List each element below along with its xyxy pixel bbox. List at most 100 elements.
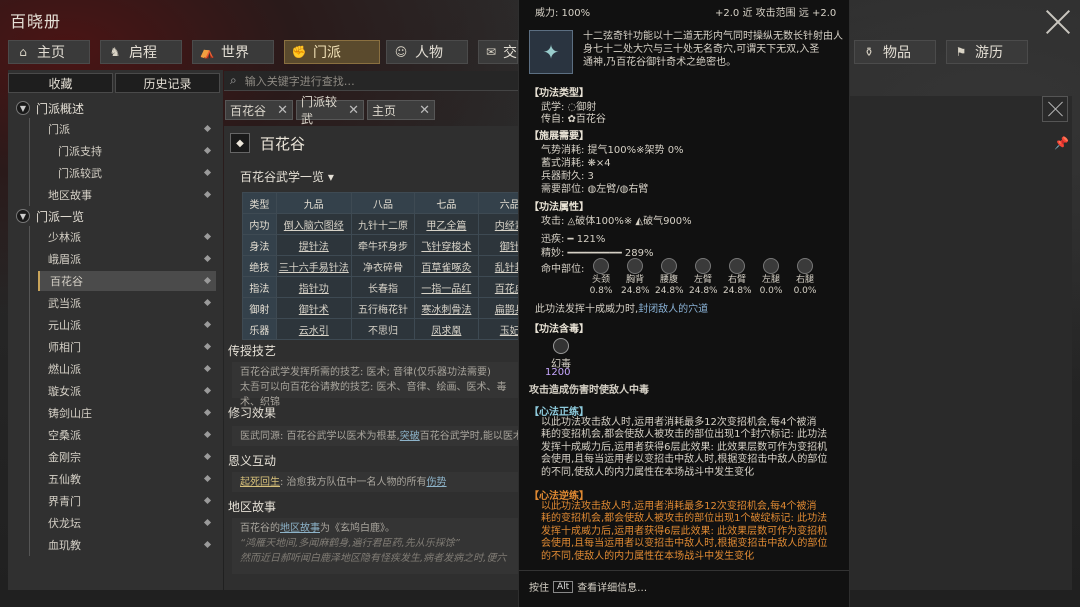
right-panel: 📌 [850, 96, 1072, 590]
sidebar-item-shixiang[interactable]: 师相门 [38, 337, 216, 357]
tree-group-sects[interactable]: ▼ 门派一览 [16, 206, 84, 226]
content-tab-baihuagu[interactable]: 百花谷 ✕ [225, 100, 293, 120]
body-part-icon [729, 258, 745, 274]
horse-icon: ♞ [109, 45, 121, 59]
body-part-icon [695, 258, 711, 274]
person-icon: ☺ [394, 45, 408, 59]
tab-items[interactable]: ⚱ 物品 [854, 40, 936, 64]
diamond-icon [203, 276, 212, 285]
diamond-icon [203, 408, 212, 417]
tooltip-footer: 按住 Alt 查看详细信息… [529, 580, 648, 594]
attack-range: +2.0 近 攻击范围 远 +2.0 [715, 8, 837, 19]
tab-travel[interactable]: ⚑ 游历 [946, 40, 1028, 64]
diamond-icon [203, 474, 212, 483]
page-title: ◆ 百花谷 [230, 130, 305, 156]
close-panel-icon[interactable] [1042, 96, 1068, 122]
section-header: 【心法正练】 [529, 407, 589, 418]
divider [519, 570, 849, 571]
sidebar-item-jieqing[interactable]: 界青门 [38, 491, 216, 511]
sidebar-item[interactable]: 门派较武 [38, 163, 216, 183]
content-tab-sect-duel[interactable]: 门派较武 ✕ [296, 95, 364, 126]
diamond-icon [203, 124, 212, 133]
close-tab-icon[interactable]: ✕ [348, 103, 359, 118]
power-label: 威力: 100% [535, 8, 591, 19]
chevron-down-icon: ▾ [327, 170, 334, 184]
precision-stat: 精妙: ━━━━━━━━━ 289% [541, 248, 654, 259]
tab-start[interactable]: ♞ 启程 [100, 40, 182, 64]
sidebar: 收藏 历史记录 ▼ 门派概述 门派 门派支持 门派较武 地区故事 ▼ 门派一览 少林… [8, 70, 223, 590]
hit-part: 左臂 24.8% [689, 258, 718, 297]
section-header: 【功法含毒】 [529, 324, 589, 335]
sidebar-item-wuxian[interactable]: 五仙教 [38, 469, 216, 489]
close-icon[interactable] [1044, 8, 1072, 36]
favorites-button[interactable]: 收藏 [8, 73, 113, 93]
search-bar[interactable]: ⌕ 输入关键字进行查找… [224, 71, 520, 91]
content-tab-home[interactable]: 主页 ✕ [367, 100, 435, 120]
main-content: ◆ 百花谷 百花谷武学一览 ▾ 类型 九品 八品 七品 六品 内功 倒入脑穴图经 九针十二原甲… [224, 126, 520, 590]
pin-icon[interactable]: 📌 [1054, 136, 1069, 150]
speed-stat: 迅疾: ━ 121% [541, 234, 606, 245]
tab-people[interactable]: ☺ 人物 [386, 40, 468, 64]
sidebar-item[interactable]: 门派 [38, 119, 216, 139]
diamond-icon [203, 232, 212, 241]
history-button[interactable]: 历史记录 [115, 73, 220, 93]
alt-key: Alt [553, 580, 574, 593]
sidebar-item-baihuagu[interactable]: 百花谷 [38, 271, 216, 291]
diamond-icon [203, 386, 212, 395]
sidebar-item-zhujian[interactable]: 铸剑山庄 [38, 403, 216, 423]
sidebar-item-xuannv[interactable]: 璇女派 [38, 381, 216, 401]
hit-parts-label: 命中部位: [541, 264, 585, 275]
sidebar-item-yuanshan[interactable]: 元山派 [38, 315, 216, 335]
skill-tooltip: 威力: 100% +2.0 近 攻击范围 远 +2.0 ✦ 十二弦奇针功能以十二… [518, 0, 850, 607]
chevron-down-icon: ▼ [16, 101, 30, 115]
sidebar-item-kongsang[interactable]: 空桑派 [38, 425, 216, 445]
diamond-icon [203, 190, 212, 199]
reverse-practice-text: 以此功法攻击敌人时,运用者消耗最多12次变招机会,每4个被消 耗的变招机会,都会使… [541, 501, 828, 562]
diamond-icon [203, 496, 212, 505]
sidebar-item-ranshan[interactable]: 燃山派 [38, 359, 216, 379]
home-icon: ⌂ [19, 45, 27, 59]
sidebar-item-shaolin[interactable]: 少林派 [38, 227, 216, 247]
diamond-icon [203, 298, 212, 307]
body-part-icon [627, 258, 643, 274]
tab-world[interactable]: ⛺ 世界 [192, 40, 274, 64]
diamond-icon [203, 168, 212, 177]
diamond-icon [203, 320, 212, 329]
close-tab-icon[interactable]: ✕ [419, 103, 430, 118]
tree-group-overview[interactable]: ▼ 门派概述 [16, 98, 84, 118]
diamond-icon: ◆ [230, 133, 250, 153]
poison-value: 1200 [545, 367, 571, 378]
section-title: 修习效果 [228, 406, 277, 420]
tab-social[interactable]: ✉ 交 [478, 40, 518, 64]
sidebar-item[interactable]: 门派支持 [38, 141, 216, 161]
sidebar-item-fulong[interactable]: 伏龙坛 [38, 513, 216, 533]
sidebar-item-emei[interactable]: 峨眉派 [38, 249, 216, 269]
hit-parts: 头颈 0.8% 胸背 24.8% 腰腹 24.8% 左臂 24.8% 右臂 24.8% 左… [587, 258, 819, 297]
hit-part: 胸背 24.8% [621, 258, 650, 297]
sidebar-item-jingang[interactable]: 金刚宗 [38, 447, 216, 467]
fist-icon: ✊ [291, 45, 307, 59]
body-part-icon [593, 258, 609, 274]
diamond-icon [203, 518, 212, 527]
table-title[interactable]: 百花谷武学一览 ▾ [240, 168, 334, 185]
close-tab-icon[interactable]: ✕ [277, 103, 288, 118]
section-title: 恩义互动 [228, 454, 277, 468]
search-icon: ⌕ [230, 73, 237, 87]
sidebar-item-xueji[interactable]: 血玑教 [38, 535, 216, 555]
requirement: 需要部位: ◍左臂/◍右臂 [541, 184, 649, 195]
poison-icon [553, 338, 569, 354]
item-icon: ⚱ [863, 45, 875, 59]
travel-icon: ⚑ [955, 45, 967, 59]
tab-sect[interactable]: ✊ 门派 [284, 40, 380, 64]
tab-home[interactable]: ⌂ 主页 [8, 40, 90, 64]
full-power-text: 此功法发挥十成威力时,封闭敌人的穴道 [535, 304, 709, 315]
martial-arts-table: 类型九品八品七品六品 内功倒入脑穴图经九针十二原甲乙全篇内经素 身法提针法牵牛环… [242, 192, 520, 340]
sidebar-item-wudang[interactable]: 武当派 [38, 293, 216, 313]
diamond-icon [203, 146, 212, 155]
tent-icon: ⛺ [199, 45, 215, 59]
section-title: 地区故事 [228, 500, 277, 514]
diamond-icon [203, 452, 212, 461]
sidebar-item[interactable]: 地区故事 [38, 185, 216, 205]
search-input[interactable]: 输入关键字进行查找… [245, 73, 355, 89]
table-row: 御射御针术五行梅花针寒冰刺骨法扁鹊兵 [242, 297, 520, 319]
